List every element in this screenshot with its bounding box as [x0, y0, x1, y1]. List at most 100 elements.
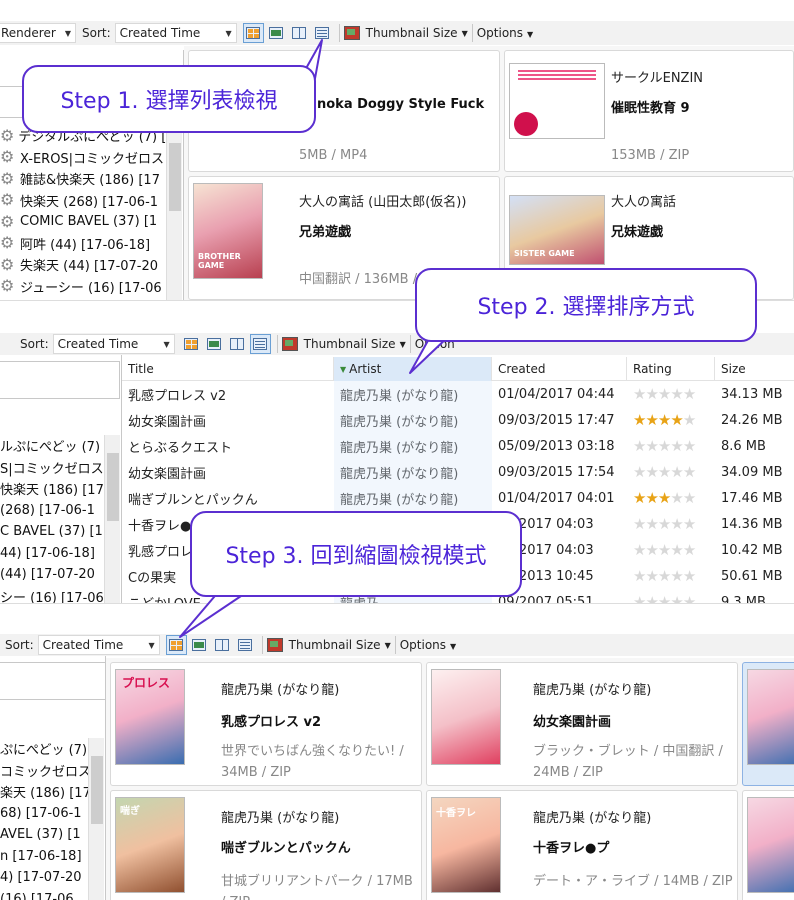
split-view-button[interactable]	[289, 23, 310, 43]
filter-box[interactable]	[0, 662, 105, 700]
table-row[interactable]: 乳感プロレス v2 龍虎乃巣 (がなり龍) 01/04/2017 04:44 ★★★★…	[122, 381, 794, 407]
star-icon[interactable]: ★	[633, 541, 646, 559]
tree-item[interactable]: シー (16) [17-06	[0, 586, 106, 603]
star-icon[interactable]: ★	[683, 411, 696, 429]
star-icon[interactable]: ★	[658, 567, 671, 585]
rating-stars[interactable]: ★★★★★	[633, 489, 696, 507]
scrollbar-thumb[interactable]	[91, 756, 103, 824]
split-view-button[interactable]	[227, 334, 248, 354]
thumbnail-view-button[interactable]	[242, 23, 264, 43]
tree-item[interactable]: コミックゼロス	[0, 760, 91, 782]
rating-stars[interactable]: ★★★★★	[633, 593, 696, 603]
filmstrip-view-button[interactable]	[266, 23, 287, 43]
rating-stars[interactable]: ★★★★★	[633, 541, 696, 559]
star-icon[interactable]: ★	[633, 489, 646, 507]
star-icon[interactable]: ★	[633, 593, 646, 603]
tree-item[interactable]: C BAVEL (37) [1	[0, 521, 106, 543]
tree-item[interactable]: 68) [17-06-1	[0, 803, 90, 825]
star-icon[interactable]: ★	[645, 411, 658, 429]
thumbnail-size-dropdown[interactable]: Thumbnail Size ▼	[343, 26, 468, 40]
star-icon[interactable]: ★	[670, 411, 683, 429]
star-icon[interactable]: ★	[683, 541, 696, 559]
rating-stars[interactable]: ★★★★★	[633, 385, 696, 403]
scrollbar-thumb[interactable]	[107, 453, 119, 521]
renderer-select[interactable]: Renderer ▼	[0, 23, 76, 43]
star-icon[interactable]: ★	[683, 515, 696, 533]
star-icon[interactable]: ★	[683, 463, 696, 481]
tree-item[interactable]: ⚙ X-EROS|コミックゼロス	[0, 147, 168, 169]
star-icon[interactable]: ★	[670, 437, 683, 455]
star-icon[interactable]: ★	[683, 567, 696, 585]
options-dropdown[interactable]: Options ▼	[477, 26, 533, 40]
tree-item[interactable]: ⚙ COMIC BAVEL (37) [1	[0, 211, 168, 233]
tree-item[interactable]: (44) [17-07-20	[0, 564, 106, 586]
rating-stars[interactable]: ★★★★★	[633, 463, 696, 481]
rating-stars[interactable]: ★★★★★	[633, 567, 696, 585]
star-icon[interactable]: ★	[670, 593, 683, 603]
options-dropdown[interactable]: Options ▼	[400, 638, 456, 652]
star-icon[interactable]: ★	[645, 463, 658, 481]
star-icon[interactable]: ★	[658, 593, 671, 603]
tree-scrollbar[interactable]	[104, 435, 120, 603]
sort-select[interactable]: Created Time ▼	[52, 334, 175, 354]
tree-scrollbar[interactable]	[88, 738, 104, 900]
table-row[interactable]: 幼女楽園計画 龍虎乃巣 (がなり龍) 09/03/2015 17:47 ★★★★★ 24…	[122, 407, 794, 433]
star-icon[interactable]: ★	[645, 541, 658, 559]
star-icon[interactable]: ★	[670, 385, 683, 403]
star-icon[interactable]: ★	[670, 567, 683, 585]
column-created[interactable]: Created	[492, 357, 627, 381]
thumbnail-size-dropdown[interactable]: Thumbnail Size ▼	[266, 638, 391, 652]
star-icon[interactable]: ★	[658, 385, 671, 403]
filter-box[interactable]	[0, 361, 120, 399]
sort-select[interactable]: Created Time ▼	[114, 23, 237, 43]
column-rating[interactable]: Rating	[627, 357, 715, 381]
star-icon[interactable]: ★	[658, 463, 671, 481]
tree-item[interactable]: ルぷにぺどッ (7) [	[0, 435, 109, 457]
star-icon[interactable]: ★	[683, 593, 696, 603]
thumbnail-card[interactable]: 龍虎乃巣 (がなり龍) 幼女楽園計画 ブラック・ブレット / 中国翻訳 / 24…	[426, 662, 738, 786]
tree-item[interactable]: (268) [17-06-1	[0, 500, 106, 522]
table-row[interactable]: とらぶるクエスト 龍虎乃巣 (がなり龍) 05/09/2013 03:18 ★★★★★…	[122, 433, 794, 459]
star-icon[interactable]: ★	[633, 411, 646, 429]
star-icon[interactable]: ★	[633, 567, 646, 585]
star-icon[interactable]: ★	[645, 593, 658, 603]
thumbnail-card-selected[interactable]	[742, 662, 794, 786]
scrollbar-thumb[interactable]	[169, 143, 181, 211]
thumbnail-view-button[interactable]	[165, 635, 187, 655]
tree-item[interactable]: ⚙ 雑誌&快楽天 (186) [17	[0, 168, 168, 190]
split-view-button[interactable]	[212, 635, 233, 655]
list-view-button[interactable]	[235, 635, 256, 655]
tree-item[interactable]: 快楽天 (186) [17	[0, 478, 106, 500]
filmstrip-view-button[interactable]	[204, 334, 225, 354]
tree-item[interactable]: 4) [17-07-20	[0, 867, 90, 889]
star-icon[interactable]: ★	[645, 567, 658, 585]
tree-scrollbar[interactable]	[166, 125, 182, 300]
list-view-button[interactable]	[312, 23, 333, 43]
star-icon[interactable]: ★	[658, 515, 671, 533]
column-artist[interactable]: ▼ Artist	[334, 357, 492, 381]
star-icon[interactable]: ★	[645, 385, 658, 403]
star-icon[interactable]: ★	[633, 515, 646, 533]
rating-stars[interactable]: ★★★★★	[633, 437, 696, 455]
tree-item[interactable]: ぷにぺどッ (7) [	[0, 738, 96, 760]
table-row[interactable]: 幼女楽園計画 龍虎乃巣 (がなり龍) 09/03/2015 17:54 ★★★★★ 34…	[122, 459, 794, 485]
star-icon[interactable]: ★	[645, 437, 658, 455]
star-icon[interactable]: ★	[633, 437, 646, 455]
star-icon[interactable]: ★	[683, 489, 696, 507]
thumbnail-size-dropdown[interactable]: Thumbnail Size ▼	[281, 337, 406, 351]
star-icon[interactable]: ★	[658, 489, 671, 507]
star-icon[interactable]: ★	[633, 385, 646, 403]
thumbnail-view-button[interactable]	[181, 334, 202, 354]
tree-item[interactable]: S|コミックゼロス	[0, 457, 106, 479]
star-icon[interactable]: ★	[683, 437, 696, 455]
rating-stars[interactable]: ★★★★★	[633, 515, 696, 533]
tree-item[interactable]: AVEL (37) [1	[0, 824, 90, 846]
thumbnail-card[interactable]: プロレス 龍虎乃巣 (がなり龍) 乳感プロレス v2 世界でいちばん強くなりたい…	[110, 662, 422, 786]
sort-select[interactable]: Created Time ▼	[37, 635, 160, 655]
tree-item[interactable]: n [17-06-18]	[0, 846, 90, 868]
column-title[interactable]: Title	[122, 357, 334, 381]
star-icon[interactable]: ★	[658, 411, 671, 429]
star-icon[interactable]: ★	[658, 437, 671, 455]
table-row[interactable]: 喘ぎブルンとパックん 龍虎乃巣 (がなり龍) 01/04/2017 04:01 ★★★…	[122, 485, 794, 511]
star-icon[interactable]: ★	[645, 515, 658, 533]
